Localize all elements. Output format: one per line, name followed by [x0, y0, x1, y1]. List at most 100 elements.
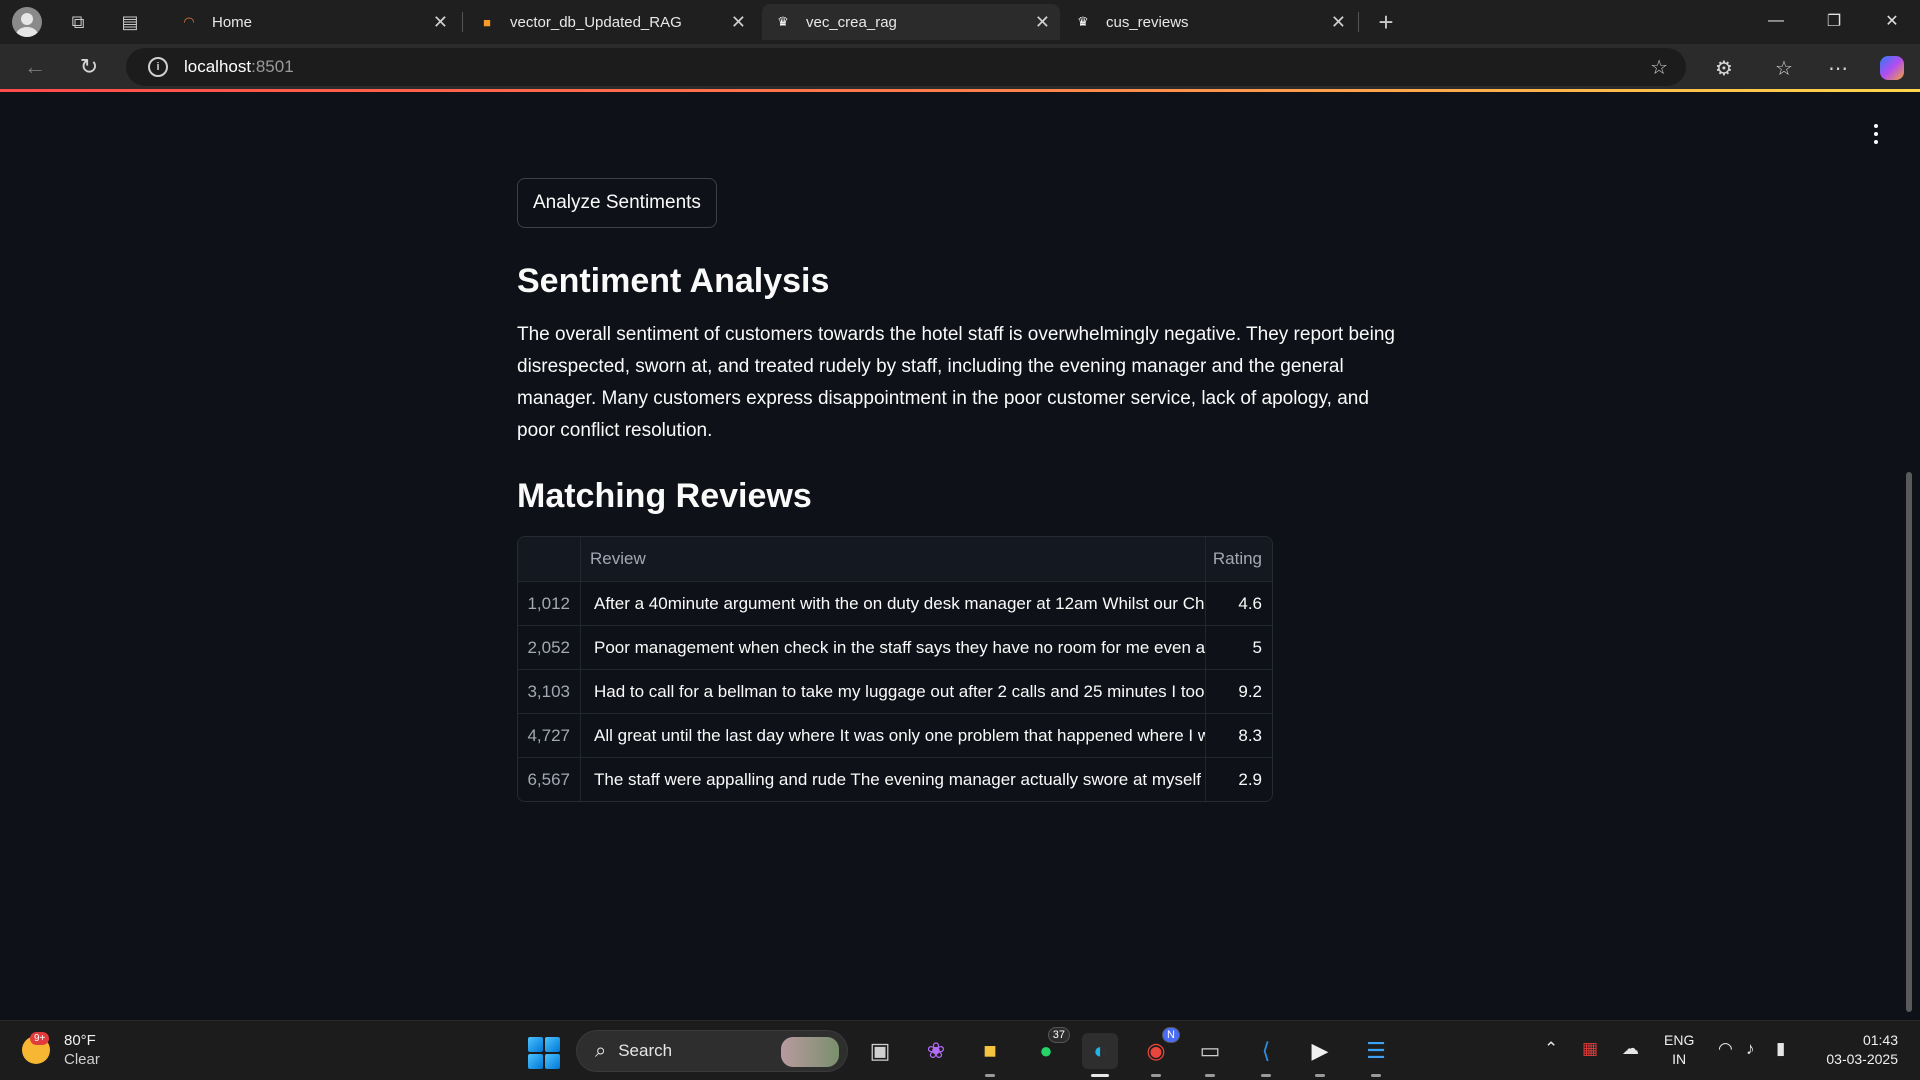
- tab-vector-db[interactable]: ■ vector_db_Updated_RAG ✕: [466, 4, 756, 40]
- new-tab-icon[interactable]: +: [1366, 2, 1406, 42]
- running-indicator: [1315, 1074, 1325, 1077]
- review-column-header[interactable]: Review: [581, 537, 1206, 581]
- show-hidden-icons-chevron-icon[interactable]: ⌃: [1544, 1039, 1558, 1059]
- running-indicator: [1151, 1074, 1161, 1077]
- weather-condition: Clear: [64, 1051, 100, 1068]
- profile-avatar-icon[interactable]: [12, 7, 42, 37]
- app-tray-icon[interactable]: ▦: [1582, 1039, 1598, 1059]
- tab-cus-reviews[interactable]: ♛ cus_reviews ✕: [1062, 4, 1356, 40]
- weather-widget[interactable]: 9+ 80°F Clear: [22, 1031, 100, 1069]
- input-language-indicator[interactable]: ENG IN: [1664, 1031, 1694, 1069]
- tab-title: vector_db_Updated_RAG: [510, 13, 682, 31]
- sentiment-summary-text: The overall sentiment of customers towar…: [517, 324, 1395, 441]
- page-scrollbar[interactable]: [1906, 472, 1912, 1012]
- media-player-icon[interactable]: ▶: [1302, 1033, 1338, 1077]
- weather-temperature: 80°F: [64, 1032, 96, 1049]
- sentiment-analysis-heading: Sentiment Analysis: [517, 262, 830, 300]
- windows-start-icon[interactable]: [528, 1037, 560, 1069]
- wifi-icon[interactable]: ◠: [1718, 1039, 1733, 1059]
- review-cell[interactable]: All great until the last day where It wa…: [581, 714, 1206, 758]
- notebook-icon: ■: [483, 14, 491, 30]
- minimize-icon[interactable]: —: [1748, 0, 1804, 42]
- volume-icon[interactable]: ♪: [1746, 1039, 1755, 1059]
- table-row[interactable]: 4,727 All great until the last day where…: [518, 713, 1272, 758]
- main-menu-icon[interactable]: [1870, 124, 1882, 144]
- table-row[interactable]: 2,052 Poor management when check in the …: [518, 625, 1272, 670]
- system-clock[interactable]: 01:43 03-03-2025: [1826, 1031, 1898, 1069]
- weather-alert-badge: 9+: [30, 1032, 50, 1045]
- search-highlight-image: [781, 1037, 839, 1067]
- table-row[interactable]: 1,012 After a 40minute argument with the…: [518, 581, 1272, 626]
- main-content: Analyze Sentiments Sentiment Analysis Th…: [517, 178, 1397, 802]
- chrome-icon[interactable]: ◉ N: [1138, 1027, 1180, 1077]
- terminal-icon[interactable]: ▭: [1192, 1033, 1228, 1077]
- weather-sun-icon: 9+: [22, 1032, 50, 1064]
- notepad-icon[interactable]: ☰: [1358, 1033, 1394, 1077]
- running-indicator: [985, 1074, 995, 1077]
- workspaces-icon[interactable]: ⧉: [58, 2, 98, 42]
- restore-icon[interactable]: ❐: [1806, 0, 1862, 42]
- row-index: 6,567: [518, 758, 581, 801]
- address-bar-row: ← ↻ i localhost:8501 ☆ ⚙ ☆ ⋯: [0, 44, 1920, 90]
- rating-column-header[interactable]: Rating: [1206, 537, 1272, 581]
- copilot-app-icon[interactable]: ❀: [918, 1033, 954, 1069]
- tab-home[interactable]: ◠ Home ✕: [168, 4, 458, 40]
- windows-taskbar: 9+ 80°F Clear ⌕ Search ▣ ❀ ■ ● 37 ◐ ◉ N ▭ …: [0, 1020, 1920, 1080]
- close-window-icon[interactable]: ✕: [1864, 0, 1920, 42]
- vertical-tabs-icon[interactable]: ▤: [110, 2, 150, 42]
- analyze-sentiments-button[interactable]: Analyze Sentiments: [517, 178, 717, 228]
- matching-reviews-heading: Matching Reviews: [517, 477, 812, 515]
- url-text[interactable]: localhost:8501: [184, 57, 294, 77]
- table-row[interactable]: 3,103 Had to call for a bellman to take …: [518, 669, 1272, 714]
- table-row[interactable]: 6,567 The staff were appalling and rude …: [518, 757, 1272, 801]
- url-field[interactable]: i localhost:8501 ☆: [126, 48, 1686, 86]
- tab-title: Home: [212, 13, 253, 31]
- running-indicator: [1205, 1074, 1215, 1077]
- close-tab-icon[interactable]: ✕: [433, 12, 448, 33]
- rating-cell[interactable]: 5: [1206, 626, 1272, 670]
- copilot-icon[interactable]: [1880, 56, 1904, 80]
- url-host: localhost: [184, 57, 252, 76]
- taskbar-search-box[interactable]: ⌕ Search: [576, 1030, 848, 1072]
- row-index: 3,103: [518, 670, 581, 714]
- review-cell[interactable]: After a 40minute argument with the on du…: [581, 582, 1206, 626]
- site-info-icon[interactable]: i: [148, 57, 168, 77]
- rating-cell[interactable]: 4.6: [1206, 582, 1272, 626]
- more-options-icon[interactable]: ⋯: [1822, 52, 1854, 84]
- tab-divider: [1358, 12, 1359, 32]
- review-cell[interactable]: Poor management when check in the staff …: [581, 626, 1206, 670]
- favorite-star-icon[interactable]: ☆: [1650, 55, 1668, 80]
- review-cell[interactable]: Had to call for a bellman to take my lug…: [581, 670, 1206, 714]
- rating-cell[interactable]: 8.3: [1206, 714, 1272, 758]
- review-cell[interactable]: The staff were appalling and rude The ev…: [581, 758, 1206, 801]
- tab-vec-crea-rag[interactable]: ♛ vec_crea_rag ✕: [762, 4, 1060, 40]
- close-tab-icon[interactable]: ✕: [1035, 12, 1050, 33]
- row-index: 1,012: [518, 582, 581, 626]
- favorites-icon[interactable]: ☆: [1768, 52, 1800, 84]
- refresh-icon[interactable]: ↻: [72, 50, 106, 84]
- weather-text: 80°F Clear: [64, 1031, 100, 1069]
- reviews-dataframe[interactable]: Review Rating 1,012 After a 40minute arg…: [517, 536, 1273, 802]
- region-code: IN: [1672, 1051, 1687, 1067]
- vscode-icon[interactable]: ⟨: [1248, 1033, 1284, 1077]
- onedrive-offline-icon[interactable]: ☁: [1622, 1039, 1639, 1059]
- edge-browser-icon[interactable]: ◐: [1082, 1033, 1118, 1077]
- running-indicator: [1371, 1074, 1381, 1077]
- rating-cell[interactable]: 2.9: [1206, 758, 1272, 801]
- search-icon: ⌕: [595, 1039, 607, 1062]
- battery-icon[interactable]: ▮: [1776, 1039, 1785, 1059]
- extensions-icon[interactable]: ⚙: [1708, 52, 1740, 84]
- tab-divider: [462, 12, 463, 32]
- row-index: 2,052: [518, 626, 581, 670]
- rating-cell[interactable]: 9.2: [1206, 670, 1272, 714]
- task-view-icon[interactable]: ▣: [862, 1033, 898, 1069]
- whatsapp-icon[interactable]: ● 37: [1028, 1027, 1070, 1069]
- back-icon[interactable]: ←: [18, 50, 52, 84]
- close-tab-icon[interactable]: ✕: [1331, 12, 1346, 33]
- index-column-header[interactable]: [518, 537, 581, 581]
- close-tab-icon[interactable]: ✕: [731, 12, 746, 33]
- tab-title: cus_reviews: [1106, 13, 1189, 31]
- file-explorer-icon[interactable]: ■: [972, 1033, 1008, 1077]
- streamlit-crown-icon: ♛: [777, 14, 789, 29]
- language-code: ENG: [1664, 1032, 1695, 1048]
